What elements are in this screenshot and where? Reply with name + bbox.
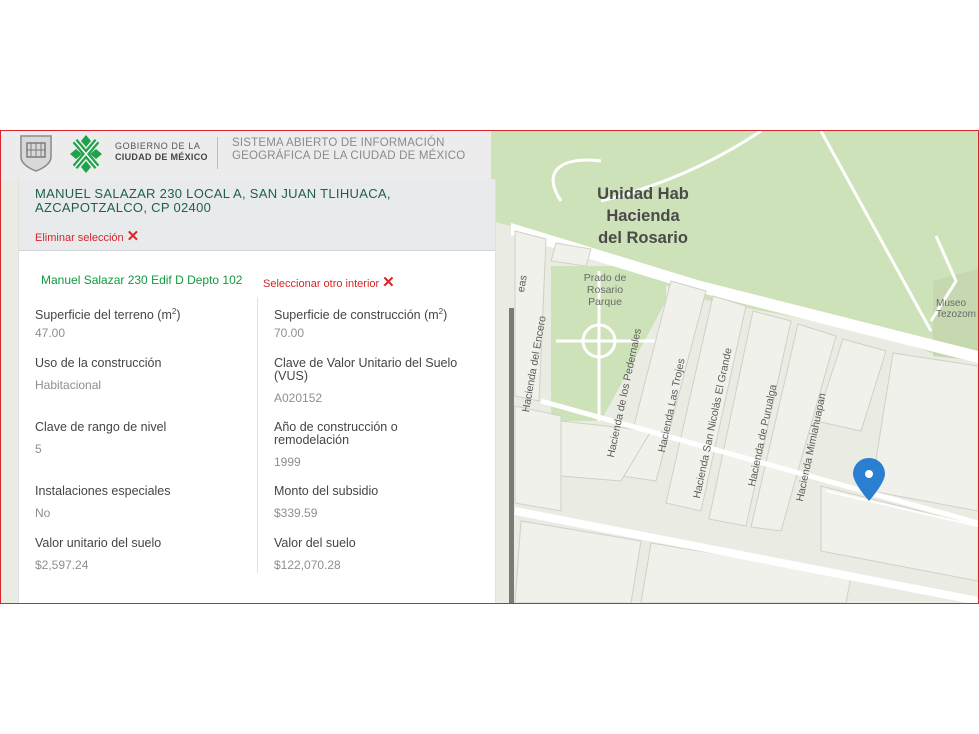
anio-value: 1999 [274, 455, 301, 469]
map-park-label: Prado de Rosario Parque [575, 272, 635, 308]
map-museum-line1: Museo [936, 298, 967, 309]
address-line1: MANUEL SALAZAR 230 LOCAL A, SAN JUAN TLI… [35, 186, 391, 201]
uso-label: Uso de la construcción [35, 356, 162, 370]
info-panel: MANUEL SALAZAR 230 LOCAL A, SAN JUAN TLI… [18, 179, 496, 603]
coat-of-arms-icon [20, 135, 52, 172]
vus-value: A020152 [274, 391, 323, 405]
instalaciones-label: Instalaciones especiales [35, 484, 171, 498]
valor-unitario-value: $2,597.24 [35, 558, 89, 572]
panel-scrollbar[interactable] [509, 308, 514, 603]
rango-value: 5 [35, 442, 42, 456]
rango-label: Clave de rango de nivel [35, 420, 167, 434]
interior-label: Manuel Salazar 230 Edif D Depto 102 [41, 273, 243, 287]
map-area-line1: Unidad Hab [597, 185, 689, 203]
valor-unitario-label: Valor unitario del suelo [35, 536, 162, 550]
gov-line1: GOBIERNO DE LA [115, 141, 201, 151]
column-divider [257, 297, 258, 573]
map-area-label: Unidad Hab Hacienda del Rosario [593, 183, 693, 249]
construccion-label: Superficie de construcción (m2) [274, 307, 448, 323]
subsidio-value: $339.59 [274, 506, 318, 520]
close-icon[interactable]: ✕ [382, 274, 395, 291]
terreno-value: 47.00 [35, 326, 66, 340]
system-title: SISTEMA ABIERTO DE INFORMACIÓN GEOGRÁFIC… [232, 137, 465, 162]
anio-label: Año de construcción o remodelación [274, 421, 398, 447]
anio-label-line2: remodelación [274, 433, 350, 447]
delete-selection-link[interactable]: Eliminar selección ✕ [35, 227, 139, 245]
map-museum-label: Museo Tezozom [936, 298, 976, 320]
subsidio-label: Monto del subsidio [274, 484, 379, 498]
close-icon[interactable]: ✕ [127, 228, 140, 245]
map-area-line2: Hacienda [606, 207, 680, 225]
system-title-line1: SISTEMA ABIERTO DE INFORMACIÓN [232, 137, 445, 149]
terreno-label: Superficie del terreno (m2) [35, 307, 181, 323]
header-divider [217, 137, 218, 169]
delete-selection-label: Eliminar selección [35, 232, 124, 244]
select-other-interior-label: Seleccionar otro interior [263, 278, 380, 290]
map-park-line3: Parque [588, 296, 622, 308]
map-museum-line2: Tezozom [936, 309, 977, 320]
select-other-interior-link[interactable]: Seleccionar otro interior ✕ [263, 273, 395, 291]
address-line2: AZCAPOTZALCO, CP 02400 [35, 200, 212, 215]
site-header: GOBIERNO DE LA CIUDAD DE MÉXICO SISTEMA … [1, 131, 491, 179]
vus-label-line2: (VUS) [274, 369, 309, 383]
map-park-line2: Rosario [586, 284, 624, 296]
valor-suelo-label: Valor del suelo [274, 536, 356, 550]
uso-value: Habitacional [35, 378, 102, 392]
vus-label: Clave de Valor Unitario del Suelo (VUS) [274, 357, 457, 383]
gov-line2: CIUDAD DE MÉXICO [115, 152, 208, 162]
selection-box: MANUEL SALAZAR 230 LOCAL A, SAN JUAN TLI… [19, 179, 495, 251]
cdmx-logo-icon [70, 135, 102, 173]
selected-address: MANUEL SALAZAR 230 LOCAL A, SAN JUAN TLI… [35, 187, 391, 215]
map-park-line1: Prado de [583, 272, 627, 284]
valor-suelo-value: $122,070.28 [274, 558, 341, 572]
map-area-line3: del Rosario [598, 229, 688, 247]
construccion-value: 70.00 [274, 326, 305, 340]
app-frame: Unidad Hab Hacienda del Rosario Prado de… [0, 130, 979, 604]
instalaciones-value: No [35, 506, 51, 520]
system-title-line2: GEOGRÁFICA DE LA CIUDAD DE MÉXICO [232, 149, 466, 162]
